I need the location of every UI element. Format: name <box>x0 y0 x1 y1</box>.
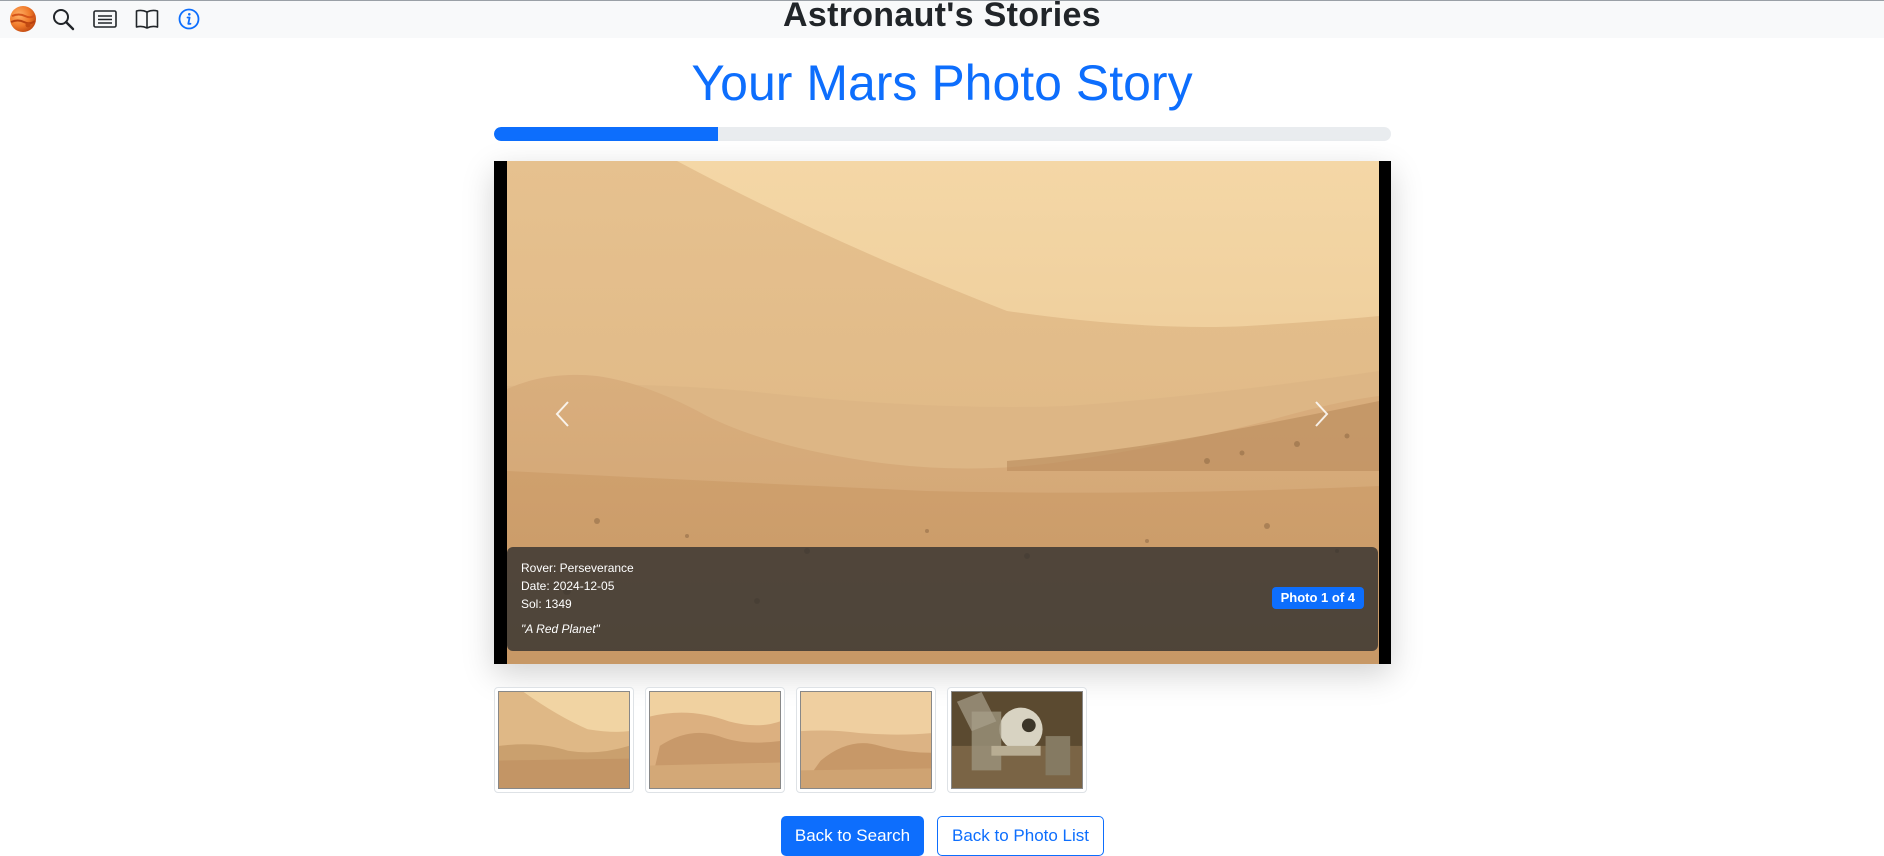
chevron-right-icon <box>1315 401 1329 427</box>
thumbnail-4[interactable] <box>947 687 1087 793</box>
progress-bar-fill <box>494 127 719 141</box>
caption-sol: Sol: 1349 <box>521 597 572 611</box>
caption-quote: "A Red Planet" <box>521 622 600 636</box>
thumbnail-1-image <box>498 691 630 789</box>
thumbnail-1[interactable] <box>494 687 634 793</box>
chevron-left-icon <box>555 401 569 427</box>
photo-caption: Rover: Perseverance Date: 2024-12-05 Sol… <box>507 547 1378 651</box>
carousel-next-button[interactable] <box>1302 392 1342 436</box>
site-title: Astronaut's Stories <box>783 0 1101 34</box>
story-progress <box>494 127 1391 141</box>
caption-date: Date: 2024-12-05 <box>521 579 615 593</box>
carousel-prev-button[interactable] <box>542 392 582 436</box>
thumbnail-4-image <box>951 691 1083 789</box>
thumbnail-2[interactable] <box>645 687 785 793</box>
back-to-photo-list-button[interactable]: Back to Photo List <box>937 816 1104 856</box>
photo-count-badge: Photo 1 of 4 <box>1271 587 1364 609</box>
top-navbar: Astronaut's Stories <box>0 0 1884 38</box>
caption-rover: Rover: Perseverance <box>521 561 634 575</box>
back-to-search-button[interactable]: Back to Search <box>781 816 924 856</box>
thumbnail-3-image <box>800 691 932 789</box>
page-title: Your Mars Photo Story <box>691 55 1193 111</box>
thumbnail-3[interactable] <box>796 687 936 793</box>
thumbnail-2-image <box>649 691 781 789</box>
